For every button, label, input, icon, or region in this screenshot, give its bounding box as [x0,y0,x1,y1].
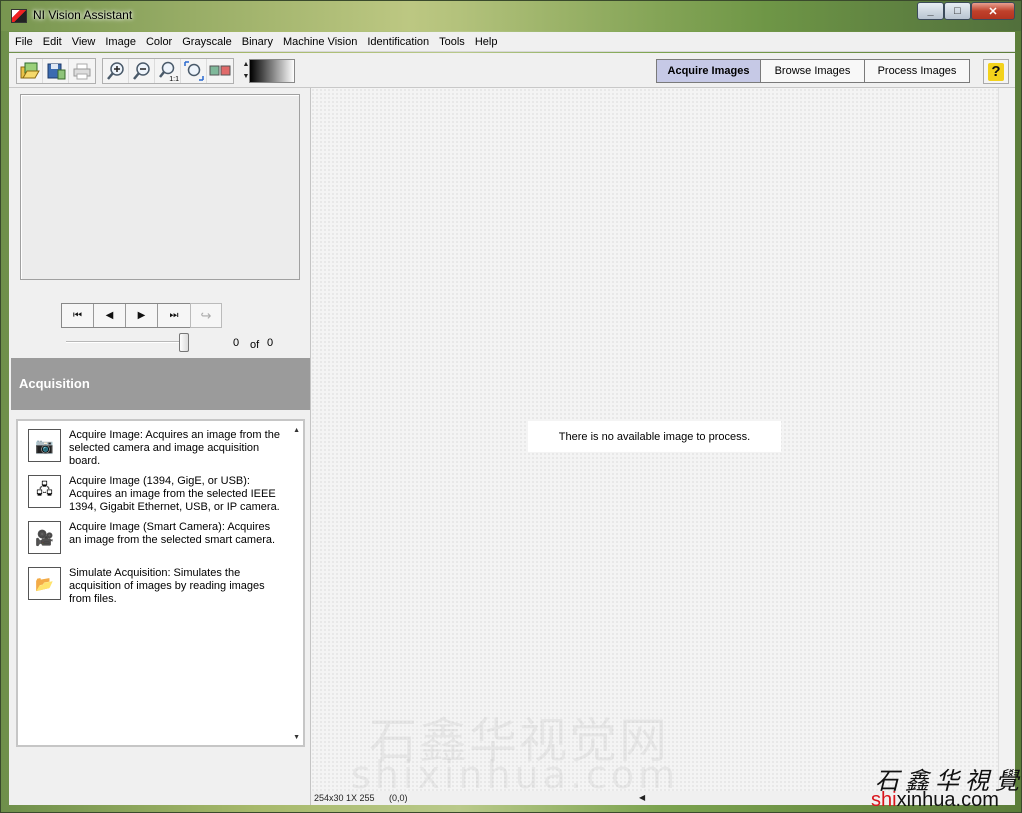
toolbar: 1:1 ▲ ▼ Acquire Images Browse Images Proc… [9,53,1015,88]
menu-help[interactable]: Help [470,32,503,52]
zoom-1to1-label: 1:1 [169,76,179,83]
close-icon: ✕ [988,5,998,18]
help-icon: ? [988,62,1004,81]
brand-en-red: shi [871,789,897,811]
open-image-icon [20,62,40,79]
next-image-button[interactable]: ▶ [126,304,158,327]
zoom-in-button[interactable] [103,59,129,83]
zoom-out-button[interactable] [129,59,155,83]
zoom-in-icon [106,62,124,80]
minimize-icon: _ [927,5,934,17]
brand-logo-en: shixinhua.com [871,789,999,812]
app-window: NI Vision Assistant _ □ ✕ File Edit View… [0,0,1022,813]
step-description: Acquire Image (1394, GigE, or USB): Acqu… [69,475,280,513]
acquisition-header: Acquisition [11,358,310,410]
save-image-icon [47,63,65,80]
menu-view[interactable]: View [67,32,101,52]
title-bar[interactable]: NI Vision Assistant _ □ ✕ [1,1,1021,31]
zoom-1to1-button[interactable]: 1:1 [155,59,181,83]
section-title: Acquisition [19,376,90,391]
folder-image-icon: 📂 [28,567,61,600]
watermark-en: shixinhua.com [351,753,680,797]
tab-browse-images[interactable]: Browse Images [760,59,865,83]
maximize-icon: □ [954,5,961,17]
brand-logo: 石鑫华視覺 shixinhua.com [869,761,1019,812]
network-camera-icon: 🖧 [28,475,61,508]
window-title: NI Vision Assistant [33,8,133,22]
zoom-out-icon [132,62,150,80]
print-button[interactable] [69,59,95,83]
menu-machine-vision[interactable]: Machine Vision [278,32,362,52]
acquisition-step-list: 📷 Acquire Image: Acquires an image from … [16,419,305,747]
menu-file[interactable]: File [9,32,38,52]
menu-color[interactable]: Color [141,32,177,52]
previous-icon: ◀ [105,310,114,321]
scroll-up-arrow[interactable]: ▲ [293,427,300,434]
step-description: Acquire Image: Acquires an image from th… [69,429,280,467]
current-image-index: 0 [233,337,240,349]
grayscale-palette-strip [249,59,295,83]
of-label: of [250,339,260,351]
menu-bar: File Edit View Image Color Grayscale Bin… [9,32,1015,52]
help-button[interactable]: ? [983,59,1009,84]
redo-icon: ↪ [200,307,212,323]
first-icon: ⏮ [73,310,82,321]
mode-tabs: Acquire Images Browse Images Process Ima… [656,59,970,83]
file-tool-group [16,58,96,84]
zoom-tool-group: 1:1 [102,58,234,84]
step-description: Simulate Acquisition: Simulates the acqu… [69,567,265,605]
last-image-button[interactable]: ⏭ [158,304,190,327]
total-images: 0 [267,337,274,349]
print-icon [73,63,91,80]
menu-edit[interactable]: Edit [38,32,67,52]
menu-binary[interactable]: Binary [237,32,278,52]
vertical-scrollbar[interactable] [998,88,1015,791]
image-display-area[interactable]: There is no available image to process. [311,88,998,791]
image-navigator: ⏮ ◀ ▶ ⏭ [61,303,191,328]
open-image-button[interactable] [17,59,43,83]
redo-button[interactable]: ↪ [190,303,222,328]
image-palette-button[interactable] [207,59,233,83]
tab-process-images[interactable]: Process Images [864,59,970,83]
camera-icon: 📷 [28,429,61,462]
empty-image-message: There is no available image to process. [528,421,781,452]
zoom-fit-button[interactable] [181,59,207,83]
left-panel: ⏮ ◀ ▶ ⏭ ↪ 0 of 0 Acquisition 📷 Acquire I… [9,88,311,805]
scroll-down-arrow[interactable]: ▼ [293,734,300,741]
close-button[interactable]: ✕ [971,2,1015,20]
menu-identification[interactable]: Identification [362,32,434,52]
image-slider-track[interactable] [66,341,188,343]
image-slider-thumb[interactable] [179,333,189,352]
tab-acquire-images[interactable]: Acquire Images [656,59,761,83]
window-controls: _ □ ✕ [917,2,1015,20]
save-image-button[interactable] [43,59,69,83]
next-icon: ▶ [137,310,146,321]
previous-image-button[interactable]: ◀ [94,304,126,327]
app-logo-icon [11,9,27,23]
menu-tools[interactable]: Tools [434,32,470,52]
menu-image[interactable]: Image [100,32,141,52]
last-icon: ⏭ [169,310,179,321]
step-description: Acquire Image (Smart Camera): Acquires a… [69,521,276,546]
image-thumbnail-preview [20,94,300,280]
image-palette-icon [209,65,231,76]
menu-grayscale[interactable]: Grayscale [177,32,237,52]
zoom-fit-icon [183,61,204,81]
brand-en-black: xinhua.com [896,789,999,811]
maximize-button[interactable]: □ [944,2,971,20]
smart-camera-icon: 🎥 [28,521,61,554]
first-image-button[interactable]: ⏮ [62,304,94,327]
minimize-button[interactable]: _ [917,2,944,20]
